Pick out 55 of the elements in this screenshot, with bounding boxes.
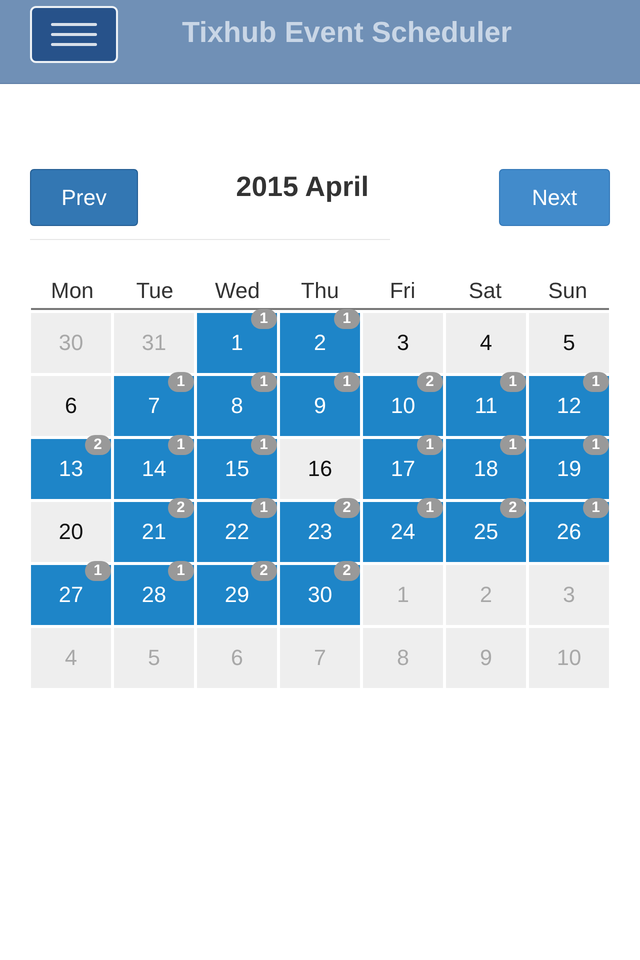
day-cell[interactable]: 8 <box>363 628 443 688</box>
day-cell[interactable]: 3 <box>529 565 609 625</box>
event-count-badge: 1 <box>582 372 609 392</box>
day-cell[interactable]: 6 <box>31 376 111 436</box>
event-count-badge: 1 <box>84 561 111 581</box>
weekday-label: Wed <box>214 278 261 304</box>
event-count-badge: 1 <box>250 435 277 455</box>
menu-button[interactable] <box>30 6 118 63</box>
next-button[interactable]: Next <box>499 169 610 226</box>
event-count-badge: 1 <box>416 435 443 455</box>
event-count-badge: 2 <box>168 498 194 518</box>
weekday-label: Sun <box>547 278 588 304</box>
day-cell[interactable]: 31 <box>114 313 194 373</box>
day-cell[interactable]: 1 <box>363 565 443 625</box>
event-count-badge: 1 <box>250 309 277 329</box>
weekday-label: Mon <box>50 278 95 304</box>
day-cell[interactable]: 3 <box>363 313 443 373</box>
event-count-badge: 1 <box>334 372 360 392</box>
weekday-label: Tue <box>135 278 174 304</box>
prev-button[interactable]: Prev <box>30 169 138 226</box>
day-cell[interactable]: 9 <box>446 628 526 688</box>
event-count-badge: 1 <box>168 435 194 455</box>
day-cell[interactable]: 10 <box>529 628 609 688</box>
event-count-badge: 2 <box>334 498 360 518</box>
day-cell[interactable]: 20 <box>31 502 111 562</box>
event-count-badge: 1 <box>582 435 609 455</box>
day-cell[interactable]: 16 <box>280 439 360 499</box>
weekday-label: Sat <box>468 278 503 304</box>
event-count-badge: 1 <box>250 498 277 518</box>
event-count-badge: 1 <box>168 372 194 392</box>
day-cell[interactable]: 4 <box>31 628 111 688</box>
event-count-badge: 2 <box>250 561 277 581</box>
event-count-badge: 1 <box>582 498 609 518</box>
day-cell[interactable]: 2 <box>446 565 526 625</box>
day-cell[interactable]: 5 <box>529 313 609 373</box>
event-count-badge: 1 <box>500 435 526 455</box>
event-count-badge: 2 <box>500 498 526 518</box>
event-count-badge: 2 <box>334 561 360 581</box>
menu-icon <box>51 22 97 48</box>
event-count-badge: 2 <box>84 435 111 455</box>
event-count-badge: 1 <box>250 372 277 392</box>
weekday-label: Thu <box>300 278 340 304</box>
app-title: Tixhub Event Scheduler <box>182 17 512 50</box>
day-cell[interactable]: 4 <box>446 313 526 373</box>
event-count-badge: 1 <box>168 561 194 581</box>
event-count-badge: 1 <box>500 372 526 392</box>
day-cell[interactable]: 30 <box>31 313 111 373</box>
event-count-badge: 1 <box>334 309 360 329</box>
day-cell[interactable]: 6 <box>197 628 277 688</box>
day-cell[interactable]: 7 <box>280 628 360 688</box>
event-count-badge: 1 <box>416 498 443 518</box>
weekday-label: Fri <box>388 278 416 304</box>
month-title: 2015 April <box>236 171 369 203</box>
event-count-badge: 2 <box>416 372 443 392</box>
day-cell[interactable]: 5 <box>114 628 194 688</box>
